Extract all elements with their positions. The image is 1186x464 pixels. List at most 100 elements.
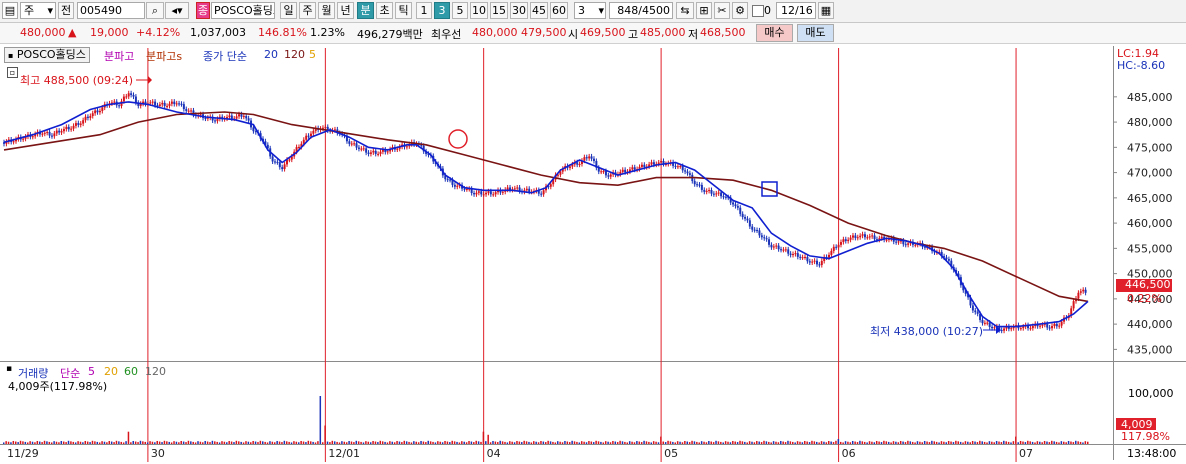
- candle-body: [947, 259, 950, 261]
- volume-bar: [983, 441, 986, 444]
- candle-body: [379, 151, 382, 154]
- volume-bar: [794, 442, 796, 444]
- volume-bar: [115, 440, 118, 444]
- volume-bar: [429, 441, 432, 444]
- calendar-icon[interactable]: ▦: [818, 2, 834, 19]
- volume-bar: [132, 440, 135, 444]
- candle-body: [130, 93, 133, 95]
- candle-body: [816, 260, 818, 265]
- volume-bar: [192, 441, 194, 444]
- market-type-select[interactable]: 주 ▾: [20, 2, 56, 19]
- chart-type-icon[interactable]: ⊞: [696, 2, 712, 19]
- candle-body: [756, 230, 759, 232]
- volume-bar: [396, 440, 398, 444]
- interval-60-button[interactable]: 60: [550, 2, 568, 19]
- candle-body: [55, 130, 58, 134]
- volume-bar: [250, 442, 252, 444]
- candle-body: [31, 136, 34, 138]
- period-second-button[interactable]: 초: [376, 2, 393, 19]
- interval-15-button[interactable]: 15: [490, 2, 508, 19]
- volume-bar: [993, 442, 995, 444]
- chart-legend-name[interactable]: ▪ POSCO홀딩스: [4, 47, 90, 63]
- candle-body: [62, 129, 65, 132]
- volume-bar: [674, 442, 677, 444]
- arrange-icon[interactable]: ⇆: [676, 2, 694, 19]
- volume-bar: [336, 441, 338, 444]
- candle-body: [377, 153, 380, 155]
- volume-bar: [609, 442, 612, 444]
- candle-body: [604, 171, 607, 176]
- interval-30-button[interactable]: 30: [510, 2, 528, 19]
- gear-icon[interactable]: ⚙: [732, 2, 748, 19]
- volume-bar: [583, 441, 585, 444]
- candle-body: [794, 253, 797, 255]
- volume-bar: [329, 442, 331, 444]
- count-value: 848: [617, 4, 639, 17]
- candle-body: [525, 188, 528, 191]
- volume-bar: [297, 442, 300, 444]
- stock-chart[interactable]: 485,000 480,000 475,000 470,000 465,000 460,0…: [0, 44, 1186, 464]
- sell-button[interactable]: 매도: [797, 24, 834, 42]
- candle-body: [868, 236, 871, 238]
- candle-body: [782, 249, 785, 251]
- candle-body: [12, 141, 15, 143]
- volume-bar: [84, 440, 87, 444]
- candle-body: [242, 116, 245, 118]
- legend-s1: 분파고: [104, 50, 135, 63]
- interval-1-button[interactable]: 1: [416, 2, 432, 19]
- date-field[interactable]: 12/16: [776, 2, 816, 19]
- volume-bar: [295, 441, 298, 444]
- period-month-button[interactable]: 월: [318, 2, 335, 19]
- legend-ma3: 5: [309, 48, 316, 61]
- market-type-value: 주: [24, 4, 35, 17]
- candle-body: [775, 245, 778, 247]
- stock-name-field[interactable]: POSCO홀딩스: [211, 2, 275, 19]
- period-week-button[interactable]: 주: [299, 2, 316, 19]
- period-day-button[interactable]: 일: [280, 2, 297, 19]
- candle-body: [307, 135, 310, 137]
- interval-10-button[interactable]: 10: [470, 2, 488, 19]
- period-minute-button[interactable]: 분: [357, 2, 374, 19]
- volume-bar: [868, 441, 871, 444]
- speaker-icon[interactable]: ◂▾: [165, 2, 189, 19]
- code-prefix-button[interactable]: 전: [58, 2, 74, 19]
- search-icon[interactable]: ⌕: [146, 2, 164, 19]
- volume-pane-icon[interactable]: ▪: [6, 364, 12, 374]
- period-year-button[interactable]: 년: [337, 2, 354, 19]
- tools-icon[interactable]: ✂: [714, 2, 730, 19]
- period-tick-button[interactable]: 틱: [395, 2, 412, 19]
- volume-bar: [31, 441, 34, 444]
- volume-bar: [1048, 442, 1051, 444]
- menu-icon[interactable]: ▤: [2, 2, 18, 19]
- interval-3-button[interactable]: 3: [434, 2, 450, 19]
- candle-body: [50, 135, 53, 137]
- volume-bar: [923, 440, 926, 444]
- volume-bar: [535, 441, 537, 444]
- option-checkbox[interactable]: [752, 5, 764, 17]
- volume-bar: [525, 441, 528, 444]
- interval-input[interactable]: 3 ▾: [574, 2, 606, 19]
- candle-body: [983, 322, 986, 324]
- interval-5-button[interactable]: 5: [452, 2, 468, 19]
- stock-code-input[interactable]: 005490: [77, 2, 145, 19]
- volume-bar: [796, 441, 799, 444]
- candle-body: [801, 257, 804, 259]
- buy-button[interactable]: 매수: [756, 24, 793, 42]
- open-price: 469,500: [580, 26, 626, 39]
- volume-bar: [70, 441, 72, 444]
- count-field[interactable]: 848/4500: [609, 2, 673, 19]
- collapse-icon[interactable]: ▫: [7, 67, 18, 78]
- volume-bar: [168, 441, 170, 444]
- interval-45-button[interactable]: 45: [530, 2, 548, 19]
- x-tick-label: 12/01: [328, 447, 360, 460]
- candle-body: [456, 185, 459, 187]
- candle-body: [792, 254, 795, 256]
- candle-body: [715, 193, 718, 195]
- candle-body: [94, 110, 97, 114]
- volume-bar: [880, 442, 883, 444]
- candle-body: [513, 188, 516, 190]
- candle-body: [168, 103, 171, 106]
- volume-bar: [180, 440, 182, 444]
- volume-bar: [461, 441, 463, 444]
- best-label: 최우선: [431, 28, 462, 41]
